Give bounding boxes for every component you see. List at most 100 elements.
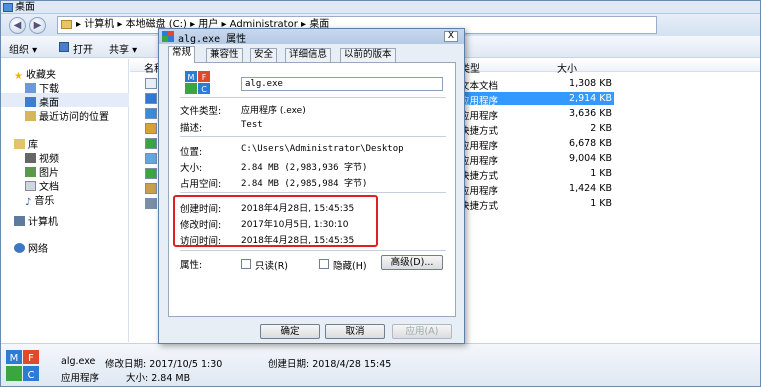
created-label: 创建时间:: [180, 204, 222, 215]
svg-text:C: C: [201, 85, 207, 94]
desktop-icon: [25, 97, 36, 107]
nav-label: 计算机: [28, 217, 58, 228]
window-title: 桌面: [15, 2, 35, 13]
svg-text:F: F: [202, 73, 207, 82]
accessed-label: 访问时间:: [180, 236, 222, 247]
file-icon[interactable]: [145, 198, 157, 209]
file-type-cell: 文本文档: [460, 81, 499, 92]
svg-text:C: C: [28, 370, 35, 381]
nav-documents[interactable]: 文档: [25, 178, 59, 193]
file-icon[interactable]: [145, 108, 157, 119]
readonly-label: 只读(R): [255, 261, 289, 272]
library-icon: [14, 139, 25, 149]
tab-compatibility[interactable]: 兼容性: [206, 48, 243, 62]
column-size[interactable]: 大小: [557, 60, 577, 75]
file-type-cell: 快捷方式: [460, 171, 499, 182]
tab-general[interactable]: 常规: [168, 46, 196, 63]
file-icon[interactable]: [145, 138, 157, 149]
file-icon[interactable]: [145, 78, 157, 89]
disk-size-label: 占用空间:: [180, 179, 222, 190]
file-type-value: 应用程序 (.exe): [241, 106, 306, 116]
file-icon[interactable]: [145, 183, 157, 194]
star-icon: ★: [14, 71, 23, 82]
file-size-cell: 3,636 KB: [569, 108, 612, 119]
status-type: 应用程序: [61, 373, 100, 384]
svg-text:F: F: [28, 353, 34, 364]
file-type-label: 文件类型:: [180, 106, 222, 117]
nav-music[interactable]: ♪ 音乐: [25, 192, 55, 208]
close-button[interactable]: X: [444, 31, 458, 42]
organize-button[interactable]: 组织 ▾: [9, 41, 37, 56]
navigation-pane: ★ 收藏夹 下载 桌面 最近访问的位置 库 视频 图片 文档 ♪ 音乐 计算机 网络: [1, 59, 129, 342]
nav-selection: [1, 93, 129, 107]
readonly-checkbox[interactable]: [241, 259, 251, 269]
file-size-cell: 9,004 KB: [569, 153, 612, 164]
divider: [180, 136, 446, 137]
file-size-cell: 2 KB: [590, 123, 612, 134]
description-label: 描述:: [180, 123, 203, 134]
nav-network[interactable]: 网络: [14, 240, 48, 255]
file-size-cell: 1 KB: [590, 198, 612, 209]
app-icon: M F C: [6, 350, 39, 381]
document-icon: [25, 181, 36, 191]
divider: [180, 250, 446, 251]
folder-icon: [61, 20, 72, 29]
properties-dialog: alg.exe 属性 X 常规 兼容性 安全 详细信息 以前的版本 M F C …: [158, 28, 465, 344]
tab-security[interactable]: 安全: [250, 48, 278, 62]
created-value: 2018年4月28日, 15:45:35: [241, 204, 355, 214]
file-size-cell: 2,914 KB: [569, 93, 612, 104]
status-modified: 修改日期: 2017/10/5 1:30: [105, 359, 223, 370]
file-size-cell: 6,678 KB: [569, 138, 612, 149]
tab-details[interactable]: 详细信息: [285, 48, 332, 62]
file-type-cell: 应用程序: [460, 96, 499, 107]
location-label: 位置:: [180, 147, 203, 158]
modified-label: 修改时间:: [180, 220, 222, 231]
details-pane: M F C alg.exe 修改日期: 2017/10/5 1:30 创建日期:…: [1, 343, 760, 386]
nav-recent[interactable]: 最近访问的位置: [25, 108, 109, 123]
network-icon: [14, 243, 25, 253]
divider: [180, 97, 446, 98]
hidden-checkbox[interactable]: [319, 259, 329, 269]
nav-favorites[interactable]: ★ 收藏夹: [14, 66, 56, 82]
nav-label: 网络: [28, 244, 48, 255]
size-label: 大小:: [180, 163, 203, 174]
nav-computer[interactable]: 计算机: [14, 213, 58, 228]
file-type-cell: 应用程序: [460, 111, 499, 122]
file-type-cell: 应用程序: [460, 141, 499, 152]
file-type-cell: 应用程序: [460, 186, 499, 197]
accessed-value: 2018年4月28日, 15:45:35: [241, 236, 355, 246]
disk-size-value: 2.84 MB (2,985,984 字节): [241, 179, 368, 189]
app-icon: M F C: [185, 71, 210, 94]
apply-button[interactable]: 应用(A): [392, 324, 452, 339]
back-button[interactable]: ◀: [9, 17, 26, 34]
dialog-title-bar: alg.exe 属性 X: [159, 29, 464, 45]
dialog-title: alg.exe 属性: [178, 34, 247, 45]
filename-field[interactable]: alg.exe: [241, 77, 443, 91]
nav-label: 音乐: [34, 196, 55, 207]
divider: [180, 192, 446, 193]
file-icon[interactable]: [145, 168, 157, 179]
forward-button[interactable]: ▶: [29, 17, 46, 34]
cancel-button[interactable]: 取消: [325, 324, 385, 339]
svg-text:M: M: [188, 73, 195, 82]
attributes-label: 属性:: [180, 260, 203, 271]
nav-pictures[interactable]: 图片: [25, 164, 59, 179]
location-value: C:\Users\Administrator\Desktop: [241, 144, 404, 154]
modified-value: 2017年10月5日, 1:30:10: [241, 220, 349, 230]
nav-libraries[interactable]: 库: [14, 136, 38, 151]
share-button[interactable]: 共享 ▾: [109, 41, 137, 56]
open-button[interactable]: 打开: [73, 41, 93, 56]
file-icon[interactable]: [145, 93, 157, 104]
tab-previous-versions[interactable]: 以前的版本: [340, 48, 396, 62]
file-icon[interactable]: [145, 123, 157, 134]
nav-desktop[interactable]: 桌面: [25, 94, 59, 109]
advanced-button[interactable]: 高级(D)...: [381, 255, 443, 270]
file-icon[interactable]: [145, 153, 157, 164]
computer-icon: [14, 216, 25, 226]
file-size-cell: 1,424 KB: [569, 183, 612, 194]
open-app-icon: [59, 42, 69, 52]
size-value: 2.84 MB (2,983,936 字节): [241, 163, 368, 173]
ok-button[interactable]: 确定: [260, 324, 320, 339]
status-size: 大小: 2.84 MB: [126, 373, 191, 384]
nav-videos[interactable]: 视频: [25, 150, 59, 165]
